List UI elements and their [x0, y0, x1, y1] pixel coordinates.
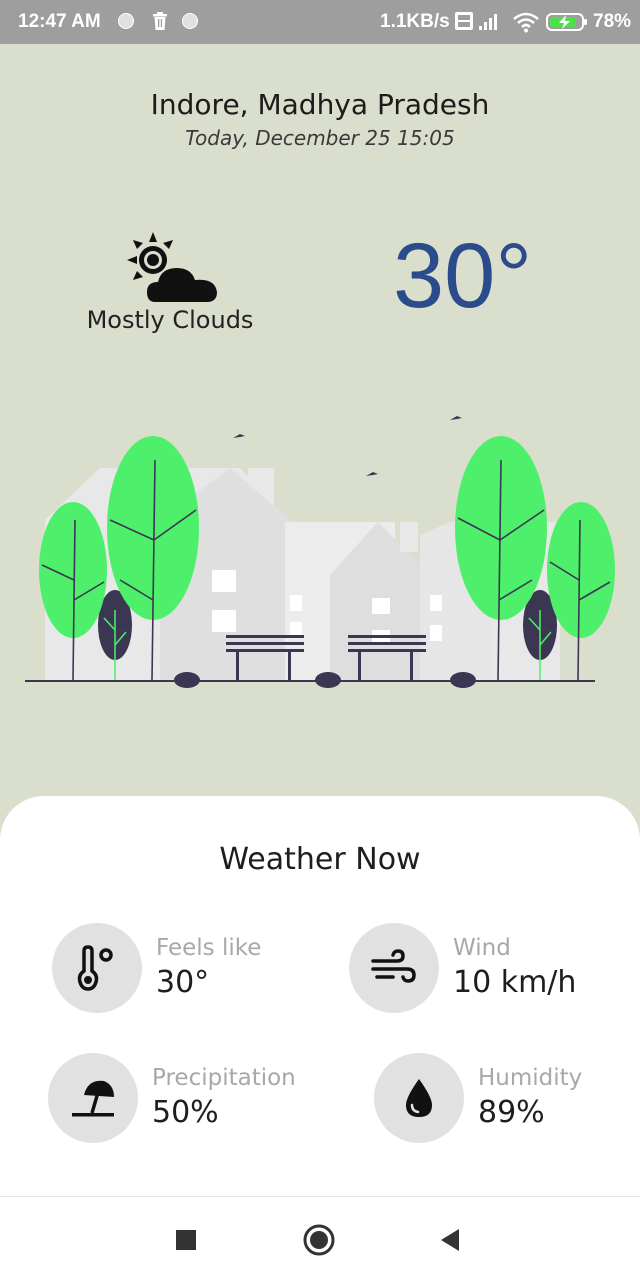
icon-circle [48, 1053, 138, 1143]
stat-value: 10 km/h [453, 965, 577, 1000]
wind-icon [371, 949, 416, 983]
bird-icon [366, 472, 378, 476]
icon-circle [374, 1053, 464, 1143]
weather-now-card: Weather Now Feels like 30° Wind 10 km/h [0, 796, 640, 1196]
bird-icon [233, 434, 245, 438]
home-circle-icon[interactable] [302, 1223, 336, 1257]
back-triangle-icon[interactable] [433, 1223, 467, 1257]
stat-value: 89% [478, 1095, 545, 1130]
stat-label: Humidity [478, 1065, 583, 1091]
weather-now-title: Weather Now [219, 842, 421, 877]
current-temperature: 30° [393, 225, 533, 327]
battery-charging-icon [546, 13, 587, 31]
city-park-illustration [25, 416, 615, 688]
stat-value: 30° [156, 965, 210, 1000]
battery-percent: 78% [593, 11, 632, 32]
icon-circle [52, 923, 142, 1013]
status-time: 12:47 AM [18, 11, 101, 32]
signal-icon [455, 12, 497, 30]
stat-value: 50% [152, 1095, 219, 1130]
stat-label: Precipitation [152, 1065, 296, 1091]
system-nav-bar [0, 1196, 640, 1281]
recents-square-icon[interactable] [169, 1223, 203, 1257]
icon-circle [349, 923, 439, 1013]
bird-icon [450, 416, 462, 420]
condition-label: Mostly Clouds [86, 306, 254, 334]
notification-dot-icon [118, 13, 134, 29]
status-bar: 12:47 AM 1.1KB/s 78% [0, 0, 640, 44]
notification-dot-icon [182, 13, 198, 29]
water-drop-icon [406, 1079, 432, 1117]
stat-label: Wind [453, 935, 511, 961]
network-speed: 1.1KB/s [380, 11, 450, 32]
sun-cloud-icon [127, 232, 217, 302]
trash-icon [153, 12, 167, 30]
beach-umbrella-icon [72, 1080, 114, 1117]
location-title: Indore, Madhya Pradesh [150, 88, 490, 121]
thermometer-icon [77, 945, 113, 991]
wifi-icon [513, 12, 539, 33]
stat-label: Feels like [156, 935, 262, 961]
location-datetime: Today, December 25 15:05 [185, 126, 455, 150]
